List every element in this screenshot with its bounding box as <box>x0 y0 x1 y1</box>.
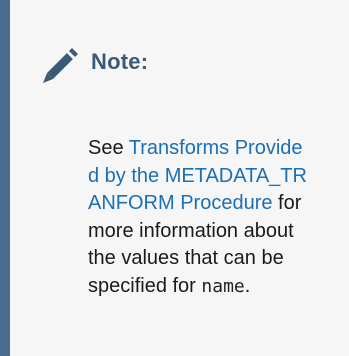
note-body: See Transforms Provided by the METADATA_… <box>88 135 313 300</box>
note-text-end: . <box>244 274 251 297</box>
note-box: Note: See Transforms Provided by the MET… <box>0 0 349 356</box>
note-header: Note: <box>36 37 148 87</box>
note-accent-bar <box>0 0 10 356</box>
pencil-icon <box>36 40 80 84</box>
code-term-name: name <box>201 275 245 297</box>
note-title: Note: <box>91 49 149 74</box>
note-text-intro: See <box>88 137 129 159</box>
